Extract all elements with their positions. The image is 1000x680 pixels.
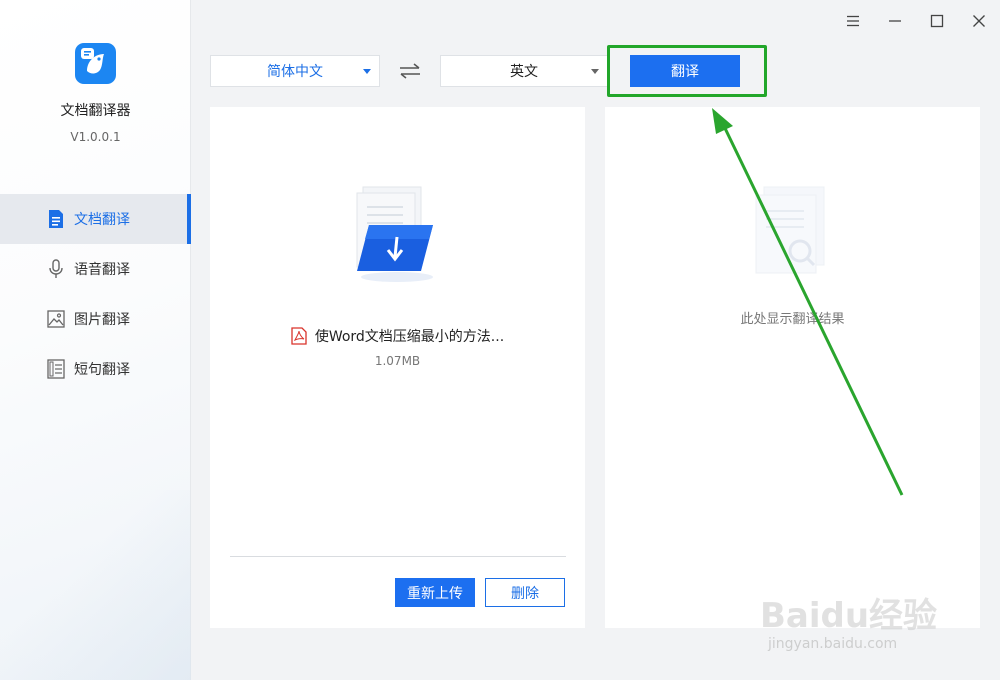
result-panel: 此处显示翻译结果 <box>605 107 980 628</box>
close-icon[interactable] <box>968 10 990 32</box>
sidebar-item-label: 短句翻译 <box>74 362 130 378</box>
chevron-down-icon <box>363 69 371 74</box>
sidebar: 文档翻译器 V1.0.0.1 文档翻译 语音翻译 图片翻译 短句翻译 <box>0 0 191 680</box>
reupload-button[interactable]: 重新上传 <box>395 578 475 607</box>
panel-divider <box>230 556 566 557</box>
file-name: 使Word文档压缩最小的方法... <box>314 329 505 345</box>
file-row: 使Word文档压缩最小的方法... <box>210 326 585 346</box>
sidebar-item-label: 语音翻译 <box>74 262 130 278</box>
sidebar-item-document-translate[interactable]: 文档翻译 <box>0 194 191 244</box>
maximize-icon[interactable] <box>926 10 948 32</box>
minimize-icon[interactable] <box>884 10 906 32</box>
folder-upload-icon <box>355 185 445 285</box>
sidebar-nav: 文档翻译 语音翻译 图片翻译 短句翻译 <box>0 194 191 394</box>
result-placeholder: 此处显示翻译结果 <box>740 312 845 327</box>
document-icon <box>46 209 66 229</box>
upload-panel: 使Word文档压缩最小的方法... 1.07MB 重新上传 删除 <box>210 107 585 628</box>
source-language-value: 简体中文 <box>267 64 323 80</box>
text-lines-icon <box>46 359 66 379</box>
sidebar-item-sentence-translate[interactable]: 短句翻译 <box>0 344 191 394</box>
search-document-icon <box>750 185 840 285</box>
image-icon <box>46 309 66 329</box>
sidebar-item-voice-translate[interactable]: 语音翻译 <box>0 244 191 294</box>
file-size: 1.07MB <box>374 354 421 368</box>
app-name: 文档翻译器 <box>60 103 131 119</box>
target-language-select[interactable]: 英文 <box>440 55 608 87</box>
delete-button[interactable]: 删除 <box>485 578 565 607</box>
microphone-icon <box>46 259 66 279</box>
target-language-value: 英文 <box>510 64 538 80</box>
sidebar-item-label: 图片翻译 <box>74 312 130 328</box>
watermark-subtext: jingyan.baidu.com <box>768 636 898 652</box>
app-version: V1.0.0.1 <box>70 130 121 144</box>
source-language-select[interactable]: 简体中文 <box>210 55 380 87</box>
sidebar-item-label: 文档翻译 <box>74 212 130 228</box>
translate-button[interactable]: 翻译 <box>630 55 740 87</box>
chevron-down-icon <box>591 69 599 74</box>
menu-icon[interactable] <box>842 10 864 32</box>
sidebar-item-image-translate[interactable]: 图片翻译 <box>0 294 191 344</box>
app-logo-icon <box>75 43 116 84</box>
swap-languages-icon[interactable] <box>398 62 422 80</box>
pdf-file-icon <box>291 327 307 345</box>
